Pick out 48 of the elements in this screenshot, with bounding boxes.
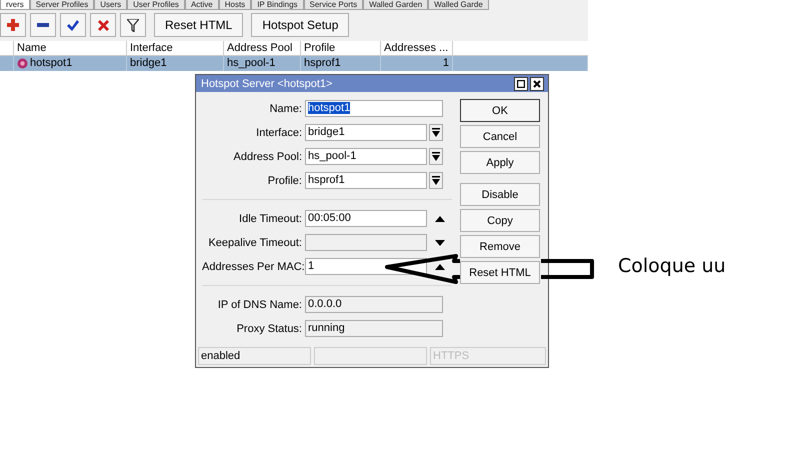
column-header[interactable]: Name [14,41,127,56]
dialog-button[interactable]: OK [460,99,540,122]
annotation-text: Coloque uu [618,255,726,277]
column-header[interactable]: Profile [301,41,381,56]
toolbar-button[interactable]: Hotspot Setup [251,13,350,37]
input-field[interactable]: hotspot1 [305,100,443,117]
tab[interactable]: Service Ports [304,0,364,10]
tab[interactable]: Server Profiles [30,0,94,10]
dialog-button[interactable]: Remove [460,235,540,258]
table-cell: bridge1 [130,56,167,71]
tab[interactable]: rvers [0,0,30,10]
status-text: enabled [198,347,311,365]
dialog-button[interactable]: Disable [460,183,540,206]
dialog-button[interactable]: Copy [460,209,540,232]
field-label: Proxy Status: [236,322,303,334]
column-header[interactable]: Interface [127,41,224,56]
field-label: Addresses Per MAC: [202,260,305,272]
field-label: Interface: [255,126,303,138]
tab[interactable]: Users [94,0,128,10]
input-field[interactable]: hs_pool-1 [305,148,427,165]
tab[interactable]: IP Bindings [251,0,304,10]
input-field[interactable]: 0.0.0.0 [305,296,443,313]
window-title: Hotspot Server <hotspot1> [201,78,332,90]
toolbar-button[interactable]: Reset HTML [154,13,244,37]
tab[interactable]: Walled Garden [363,0,428,10]
column-header[interactable]: Address Pool [224,41,301,56]
field-label: Address Pool: [232,150,303,162]
table-cell: 1 [442,56,449,71]
tab[interactable]: User Profiles [127,0,185,10]
table-cell: hs_pool-1 [227,56,276,71]
dialog-button[interactable]: Reset HTML [460,261,540,284]
tab[interactable]: Active [184,0,219,10]
dialog-button[interactable]: Apply [460,151,540,174]
table-cell: hotspot1 [30,56,72,71]
field-label: IP of DNS Name: [216,298,303,310]
field-label: Idle Timeout: [238,212,303,224]
column-header[interactable]: Addresses ... [381,41,453,56]
input-field[interactable]: bridge1 [305,124,427,141]
input-field[interactable]: running [305,320,443,337]
table-cell: hsprof1 [304,56,341,71]
tab[interactable]: Hosts [218,0,252,10]
tab[interactable]: Walled Garde [428,0,489,10]
field-label: Profile: [266,174,303,186]
input-field[interactable]: hsprof1 [305,172,427,189]
dialog-button[interactable]: Cancel [460,125,540,148]
field-label: Name: [268,102,303,114]
input-field[interactable]: 00:05:00 [305,210,427,227]
field-label: Keepalive Timeout: [207,236,303,248]
